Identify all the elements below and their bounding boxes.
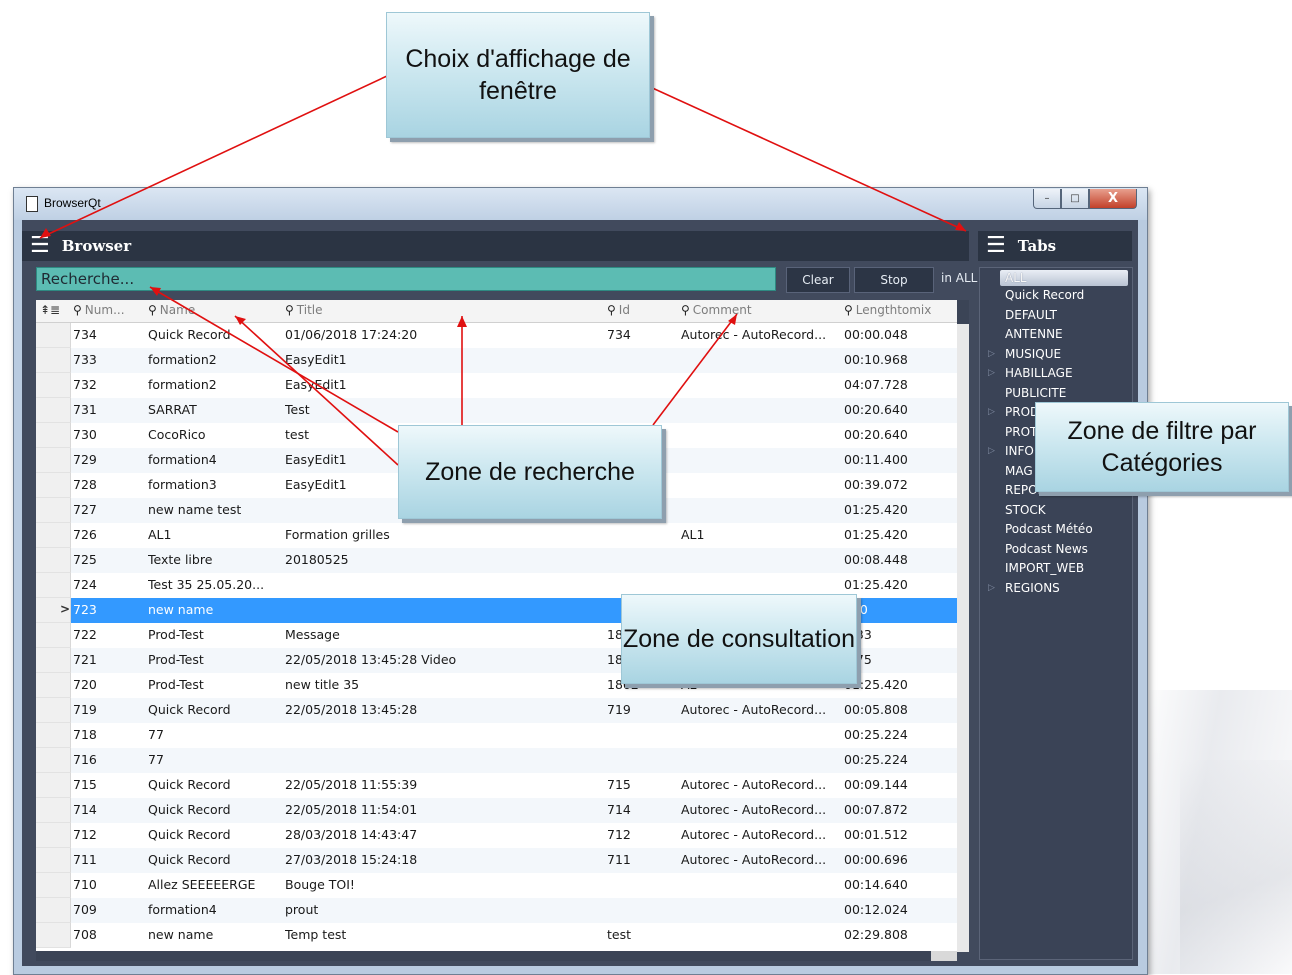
arrow-line (647, 85, 967, 232)
callout-filter-zone: Zone de filtre par Catégories (1035, 402, 1289, 492)
arrow-head (457, 316, 467, 327)
arrow-line (652, 313, 738, 426)
callout-search-zone: Zone de recherche (398, 425, 662, 519)
arrow-line (234, 315, 399, 466)
arrow-line (149, 286, 399, 433)
arrow-line (39, 75, 388, 239)
arrow-head (150, 287, 161, 296)
callout-window-choice: Choix d'affichage de fenêtre (386, 12, 650, 138)
callout-consult-zone: Zone de consultation (621, 594, 857, 684)
